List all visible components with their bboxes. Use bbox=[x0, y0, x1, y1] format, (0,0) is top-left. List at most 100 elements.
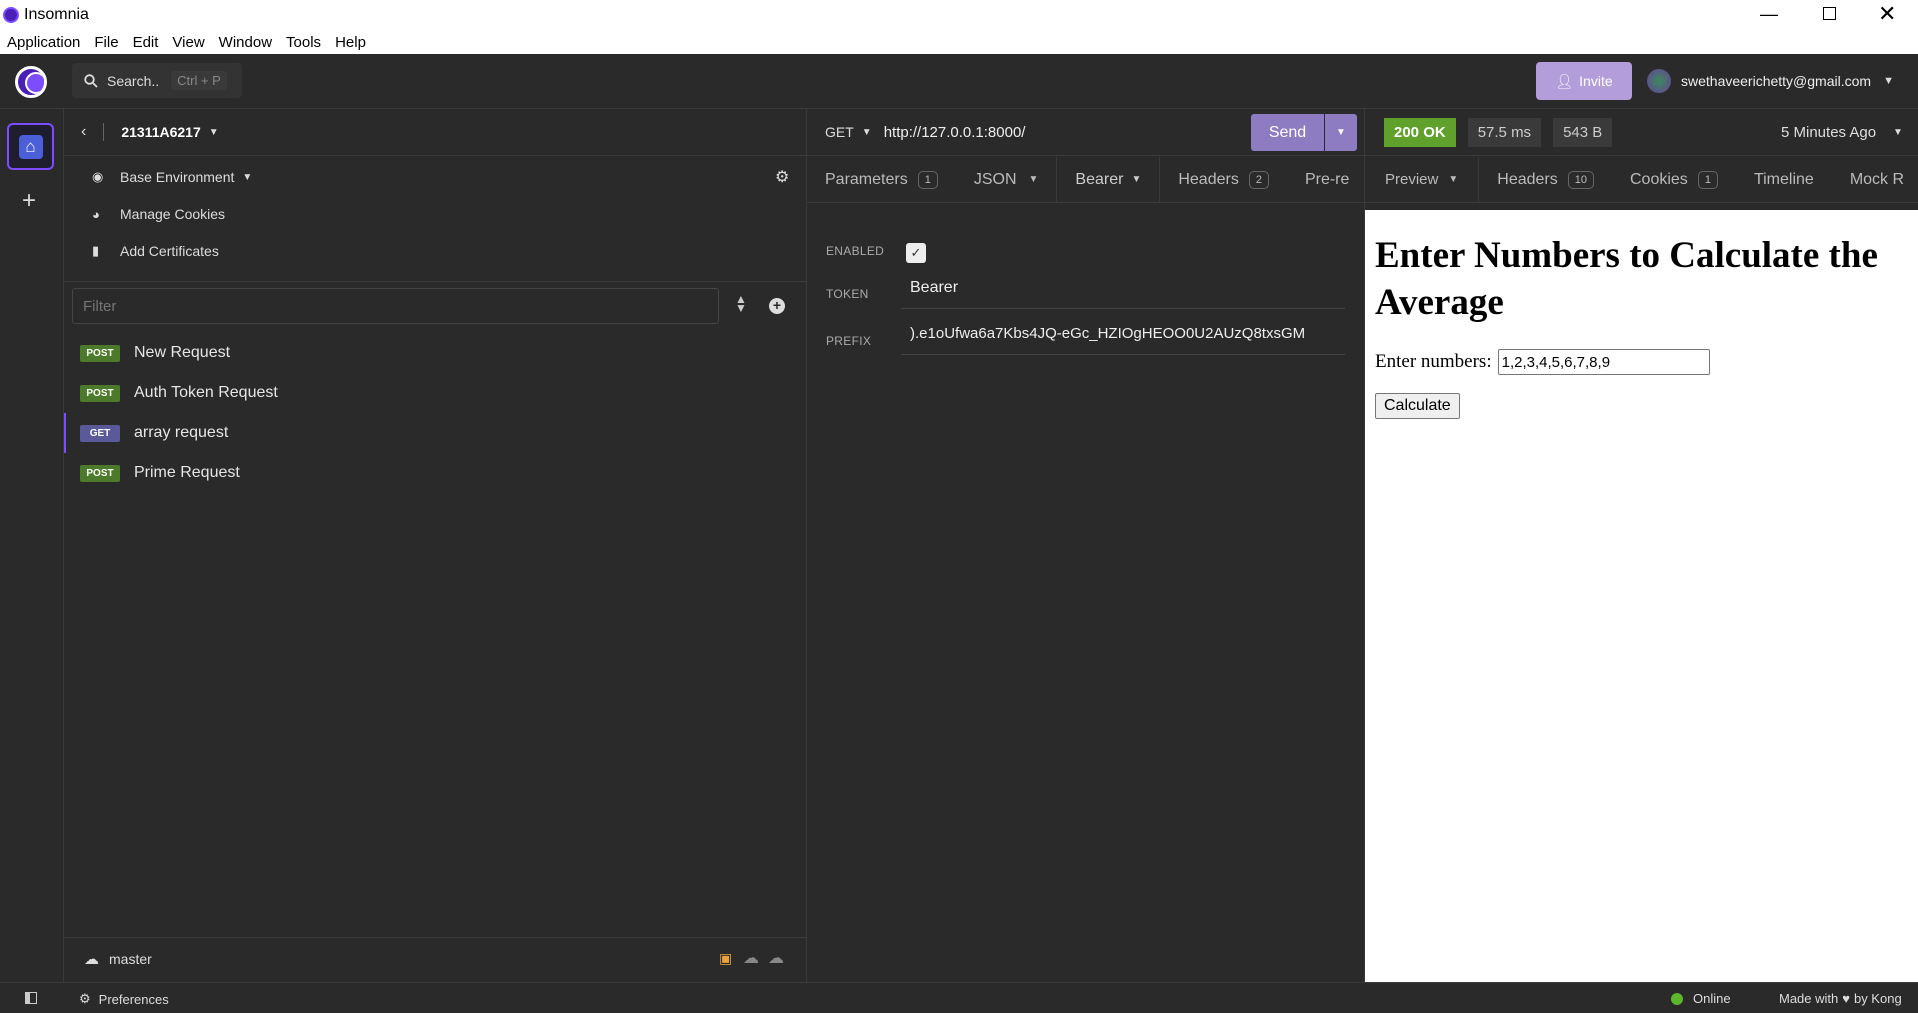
response-pane: 200 OK 57.5 ms 543 B 5 Minutes Ago ▼ Pre… bbox=[1365, 109, 1918, 982]
chevron-down-icon: ▼ bbox=[861, 126, 872, 138]
calculate-button[interactable]: Calculate bbox=[1375, 393, 1460, 419]
menu-tools[interactable]: Tools bbox=[286, 32, 321, 51]
invite-label: Invite bbox=[1579, 73, 1613, 89]
search-label: Search.. bbox=[107, 72, 160, 89]
numbers-input[interactable] bbox=[1497, 349, 1710, 375]
cloud-download-icon[interactable]: ☁ bbox=[743, 948, 759, 968]
preview-input-label: Enter numbers: bbox=[1375, 351, 1492, 372]
gear-icon: ⚙ bbox=[79, 991, 91, 1006]
request-tabs: Parameters 1 JSON ▼ Bearer ▼ Headers 2 Pre-r… bbox=[807, 157, 1364, 203]
count-badge: 10 bbox=[1567, 170, 1594, 189]
minimize-button[interactable]: — bbox=[1760, 4, 1778, 25]
add-certificates-button[interactable]: ▮ Add Certificates bbox=[92, 243, 219, 259]
request-name: New Request bbox=[134, 344, 231, 361]
request-item-array-request[interactable]: GET array request bbox=[64, 413, 806, 453]
enabled-label: ENABLED bbox=[826, 244, 885, 258]
online-indicator: Online bbox=[1671, 991, 1731, 1006]
project-name[interactable]: 21311A6217 bbox=[121, 124, 200, 140]
search-shortcut: Ctrl + P bbox=[171, 71, 227, 90]
manage-cookies-button[interactable]: ◕ Manage Cookies bbox=[92, 206, 225, 222]
sidebar: ‹ 21311A6217 ▼ ◉ Base Environment ▼ ⚙ ◕ … bbox=[64, 109, 807, 982]
chevron-down-icon: ▼ bbox=[1448, 174, 1459, 185]
request-item-auth-token-request[interactable]: POST Auth Token Request bbox=[64, 373, 806, 413]
sync-box-icon[interactable]: ▣ bbox=[719, 950, 732, 967]
send-options-button[interactable]: ▼ bbox=[1325, 114, 1357, 151]
tab-cookies[interactable]: Cookies 1 bbox=[1612, 157, 1736, 202]
preferences-button[interactable]: ⚙ Preferences bbox=[79, 991, 169, 1007]
branch-selector[interactable]: ☁ master bbox=[84, 950, 152, 968]
menu-help[interactable]: Help bbox=[335, 32, 366, 51]
sort-icon[interactable]: ▲ ▼ bbox=[735, 293, 747, 314]
made-with-link[interactable]: Made with ♥ by Kong bbox=[1779, 991, 1902, 1006]
response-age[interactable]: 5 Minutes Ago bbox=[1781, 124, 1876, 141]
user-email: swethaveerichetty@gmail.com bbox=[1681, 73, 1872, 89]
insomnia-logo-icon[interactable] bbox=[15, 66, 47, 98]
back-button[interactable]: ‹ bbox=[81, 123, 86, 141]
chevron-down-icon: ▼ bbox=[208, 126, 219, 138]
response-size: 543 B bbox=[1553, 117, 1613, 147]
tab-bearer[interactable]: Bearer ▼ bbox=[1056, 157, 1161, 202]
request-item-new-request[interactable]: POST New Request bbox=[64, 333, 806, 373]
toggle-sidebar-icon[interactable] bbox=[25, 992, 37, 1004]
tab-mock-response[interactable]: Mock R bbox=[1832, 157, 1904, 202]
send-label: Send bbox=[1268, 123, 1307, 141]
chevron-down-icon: ▼ bbox=[1893, 126, 1903, 138]
prefix-value: ).e1oUfwa6a7Kbs4JQ-eGc_HZIOgHEOO0U2AUzQ8… bbox=[910, 325, 1306, 342]
title-bar: Insomnia — ✕ bbox=[0, 0, 1918, 29]
enabled-checkbox[interactable]: ✓ bbox=[906, 243, 926, 263]
menu-window[interactable]: Window bbox=[219, 32, 272, 51]
close-button[interactable]: ✕ bbox=[1878, 1, 1896, 27]
url-input[interactable]: http://127.0.0.1:8000/ bbox=[884, 124, 1026, 141]
token-value: Bearer bbox=[910, 278, 959, 296]
gear-icon[interactable]: ⚙ bbox=[775, 167, 789, 187]
restore-button[interactable] bbox=[1823, 7, 1836, 20]
invite-button[interactable]: 👤︎ Invite bbox=[1536, 62, 1632, 100]
tab-parameters[interactable]: Parameters 1 bbox=[807, 157, 956, 202]
status-badge: 200 OK bbox=[1384, 117, 1456, 147]
prefix-label: PREFIX bbox=[826, 334, 872, 348]
app-logo-icon bbox=[3, 6, 19, 23]
user-menu[interactable]: swethaveerichetty@gmail.com ▼ bbox=[1647, 66, 1894, 96]
tab-label: Headers bbox=[1178, 170, 1239, 188]
menu-view[interactable]: View bbox=[172, 32, 204, 51]
menu-edit[interactable]: Edit bbox=[133, 32, 159, 51]
response-time: 57.5 ms bbox=[1467, 117, 1542, 147]
cookie-icon: ◕ bbox=[92, 206, 100, 222]
tab-label: Timeline bbox=[1753, 170, 1814, 188]
prefix-input[interactable]: ).e1oUfwa6a7Kbs4JQ-eGc_HZIOgHEOO0U2AUzQ8… bbox=[901, 313, 1345, 355]
menu-application[interactable]: Application bbox=[7, 32, 80, 51]
add-project-button[interactable]: + bbox=[22, 187, 36, 215]
tab-headers[interactable]: Headers 2 bbox=[1160, 157, 1287, 202]
environment-selector[interactable]: ◉ Base Environment ▼ bbox=[92, 169, 252, 185]
tab-label: Preview bbox=[1385, 171, 1439, 188]
add-request-icon[interactable]: + bbox=[769, 298, 785, 314]
send-button[interactable]: Send bbox=[1251, 114, 1324, 151]
tab-label: JSON bbox=[973, 170, 1017, 188]
cloud-upload-icon[interactable]: ☁ bbox=[768, 948, 784, 968]
method-badge: POST bbox=[80, 344, 120, 362]
preview-heading: Enter Numbers to Calculate the Average bbox=[1375, 235, 1878, 323]
preview-frame: Enter Numbers to Calculate the Average E… bbox=[1365, 210, 1918, 982]
tab-pre-request[interactable]: Pre-re bbox=[1287, 157, 1350, 202]
search-button[interactable]: Search.. Ctrl + P bbox=[72, 63, 242, 98]
certificate-icon: ▮ bbox=[92, 243, 100, 258]
filter-input[interactable] bbox=[72, 288, 719, 324]
tab-response-headers[interactable]: Headers 10 bbox=[1479, 157, 1612, 202]
tab-label: Headers bbox=[1497, 170, 1558, 188]
bearer-auth-form: ENABLED ✓ TOKEN Bearer PREFIX ).e1oUfwa6… bbox=[807, 239, 1364, 359]
request-item-prime-request[interactable]: POST Prime Request bbox=[64, 453, 806, 493]
token-label: TOKEN bbox=[826, 287, 869, 301]
method-selector[interactable]: GET bbox=[825, 124, 854, 140]
tab-preview[interactable]: Preview ▼ bbox=[1365, 157, 1480, 202]
token-input[interactable]: Bearer bbox=[901, 267, 1345, 309]
manage-cookies-label: Manage Cookies bbox=[120, 206, 226, 222]
method-badge: POST bbox=[80, 464, 120, 482]
menu-file[interactable]: File bbox=[94, 32, 118, 51]
menu-bar: Application File Edit View Window Tools … bbox=[0, 29, 1918, 54]
request-pane: GET ▼ http://127.0.0.1:8000/ Send ▼ Para… bbox=[807, 109, 1365, 982]
tab-json[interactable]: JSON ▼ bbox=[956, 157, 1057, 202]
made-with-prefix: Made with bbox=[1779, 991, 1839, 1006]
tab-timeline[interactable]: Timeline bbox=[1736, 157, 1832, 202]
home-button[interactable]: ⌂ bbox=[7, 123, 54, 170]
tab-label: Pre-re bbox=[1304, 170, 1350, 188]
